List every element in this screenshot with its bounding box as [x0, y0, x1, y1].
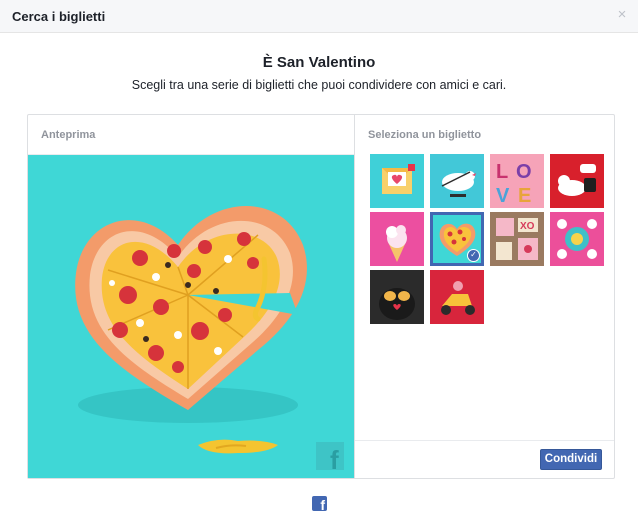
- svg-text:f: f: [330, 445, 339, 475]
- dialog-title: Cerca i biglietti: [12, 9, 106, 24]
- svg-text:L: L: [496, 161, 508, 183]
- facebook-logo-icon: f: [316, 442, 344, 475]
- close-icon[interactable]: ×: [615, 7, 629, 22]
- dialog-header: Cerca i biglietti ×: [0, 0, 638, 33]
- card-scooter[interactable]: [430, 270, 484, 324]
- card-love-letters[interactable]: LOVE: [490, 154, 544, 208]
- heart-pizza-illustration: f: [75, 206, 344, 475]
- card-ice-cream[interactable]: [370, 212, 424, 266]
- selector-label: Seleziona un biglietto: [368, 129, 482, 141]
- preview-image: f: [28, 155, 354, 478]
- page-subheadline: Scegli tra una serie di biglietti che pu…: [131, 78, 507, 92]
- card-gorillas[interactable]: [370, 270, 424, 324]
- check-icon: ✓: [467, 249, 480, 262]
- card-cat-phone[interactable]: [550, 154, 604, 208]
- share-button[interactable]: Condividi: [540, 449, 602, 470]
- page-headline: È San Valentino: [262, 54, 376, 71]
- svg-text:V: V: [496, 185, 510, 207]
- card-picker-panel: Anteprima f Seleziona un biglietto L O V…: [27, 114, 615, 479]
- card-heart-pizza[interactable]: ✓: [430, 212, 484, 266]
- preview-header: Anteprima: [28, 115, 354, 155]
- selector-column: Seleziona un biglietto LOVE ✓ XO Condivi…: [355, 115, 614, 478]
- facebook-logo-icon: f: [312, 496, 327, 511]
- svg-text:XO: XO: [520, 221, 535, 232]
- preview-column: Anteprima f: [28, 115, 354, 478]
- preview-label: Anteprima: [41, 129, 96, 141]
- svg-text:E: E: [518, 185, 531, 207]
- card-flowers[interactable]: [550, 212, 604, 266]
- card-envelope[interactable]: [370, 154, 424, 208]
- card-xo-stamps[interactable]: XO: [490, 212, 544, 266]
- card-cupid-bird[interactable]: [430, 154, 484, 208]
- svg-text:O: O: [516, 161, 532, 183]
- selector-footer-divider: [355, 440, 614, 441]
